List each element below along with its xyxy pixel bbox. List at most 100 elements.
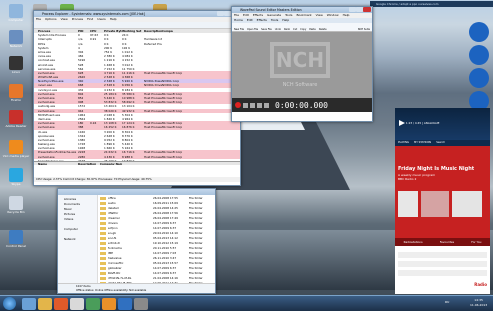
taskbar-chrome-icon[interactable] <box>70 298 84 310</box>
explorer-nav-item[interactable]: Videos <box>58 217 97 222</box>
wavepad-tab[interactable]: Edit <box>247 18 253 22</box>
start-button[interactable] <box>3 297 16 310</box>
wavepad-tab[interactable]: Effects <box>257 18 267 22</box>
wavepad-menu-item[interactable]: Edit <box>243 13 249 17</box>
wavepad-close-button[interactable] <box>363 7 371 12</box>
radio-widget[interactable]: 1:23 / 4:45 | ANALOGUE PLAYING MY STATION… <box>395 108 490 294</box>
wavepad-tab[interactable]: Home <box>234 18 243 22</box>
radio-thumb-2[interactable] <box>421 191 449 217</box>
taskbar-ie-icon[interactable] <box>22 298 36 310</box>
wavepad-tool-button[interactable]: Open File <box>247 28 258 31</box>
clock[interactable]: 14:35 11.06.2013 <box>470 298 487 307</box>
record-button[interactable] <box>235 102 241 108</box>
minimize-button[interactable] <box>217 11 224 16</box>
taskbar-utorrent-icon[interactable] <box>86 298 100 310</box>
explorer-window[interactable]: Libraries Documents Music Pictures Videos Com… <box>57 188 216 294</box>
menu-item[interactable]: File <box>36 17 41 21</box>
wavepad-tool-button[interactable]: Undo <box>275 28 281 31</box>
taskbar-procexp-icon[interactable] <box>134 298 148 310</box>
lower-column-header[interactable]: Description <box>78 162 100 165</box>
wavepad-menu-item[interactable]: Window <box>327 13 339 17</box>
menu-item[interactable]: Find <box>87 17 93 21</box>
desktop-icon[interactable]: Control Panel <box>2 230 30 248</box>
menu-item[interactable]: Help <box>110 17 117 21</box>
menu-item[interactable]: View <box>61 17 68 21</box>
radio-panel-tab[interactable]: Favourites <box>440 238 454 246</box>
wavepad-menu-item[interactable]: View <box>316 13 323 17</box>
wavepad-tab[interactable]: Help <box>282 18 289 22</box>
desktop-icon[interactable]: Network <box>2 30 30 48</box>
wavepad-tool-button[interactable]: New File <box>234 28 244 31</box>
wavepad-tab[interactable]: Tools <box>271 18 278 22</box>
file-row[interactable]: dm62 R6 UF-ZRb 12.06.2011 17:31 File folde… <box>98 281 215 283</box>
desktop-icon[interactable]: Adobe Reader <box>2 110 30 128</box>
taskbar-media-icon[interactable] <box>54 298 68 310</box>
wavepad-menu-item[interactable]: Bookmark <box>296 13 311 17</box>
stop-button[interactable] <box>243 102 248 108</box>
menu-item[interactable]: Process <box>72 17 83 21</box>
rewind-button[interactable] <box>264 102 269 108</box>
wavepad-menu-item[interactable]: Generate <box>267 13 281 17</box>
radio-list-item[interactable] <box>398 252 487 258</box>
desktop-icon[interactable]: Firefox <box>2 84 30 102</box>
process-explorer-window[interactable]: Process Explorer - Sysinternals: www.sys… <box>33 10 241 186</box>
desktop-icon[interactable]: Linux <box>2 56 30 74</box>
taskbar: RU 14:35 11.06.2013 <box>0 295 493 311</box>
play-icon[interactable] <box>399 120 405 126</box>
radio-panel-tab[interactable]: For You <box>471 238 481 246</box>
maximize-button[interactable] <box>224 11 231 16</box>
gadget-info-icon[interactable] <box>469 68 489 88</box>
radio-thumb-3[interactable] <box>452 191 482 217</box>
wavepad-tool-button[interactable]: Redo <box>284 28 290 31</box>
radio-thumb-1[interactable] <box>398 191 418 217</box>
radio-panel-tab[interactable]: Radiostations <box>404 238 423 246</box>
radio-tab[interactable]: Search <box>436 140 445 146</box>
wavepad-minimize-button[interactable] <box>349 7 356 12</box>
nch-suite-button[interactable]: NCH Suite <box>358 28 370 31</box>
wavepad-tool-button[interactable]: Copy <box>300 28 306 31</box>
taskbar-explorer-icon[interactable] <box>38 298 52 310</box>
wavepad-tool-button[interactable]: Save File <box>261 28 272 31</box>
process-explorer-titlebar[interactable]: Process Explorer - Sysinternals: www.sys… <box>34 11 240 17</box>
menu-item[interactable]: Users <box>97 17 105 21</box>
gadget-settings-icon[interactable] <box>469 22 489 42</box>
desktop: Google Chrome / adopt a ppo ourselves.co… <box>0 0 493 311</box>
pause-button[interactable] <box>257 102 262 108</box>
radio-tab[interactable]: PLAYING <box>398 140 409 146</box>
desktop-icon[interactable]: Skype <box>2 168 30 186</box>
explorer-nav-item[interactable]: Network <box>58 237 97 242</box>
folder-icon <box>100 226 106 231</box>
radio-list-item[interactable] <box>398 270 487 276</box>
wavepad-tool-button[interactable]: Cut <box>293 28 297 31</box>
language-indicator[interactable]: RU <box>445 300 449 304</box>
wavepad-menu-item[interactable]: File <box>234 13 239 17</box>
wavepad-menu-item[interactable]: Effects <box>253 13 263 17</box>
radio-tab[interactable]: MY STATIONS <box>414 140 431 146</box>
lower-column-header[interactable]: Name <box>34 162 78 165</box>
taskbar-vlc-icon[interactable] <box>102 298 116 310</box>
explorer-nav-item[interactable]: Computer <box>58 227 97 232</box>
wavepad-tool-button[interactable]: Delete <box>319 28 327 31</box>
explorer-details-pane: 1047 items Offline status: Online Offlin… <box>58 283 215 293</box>
wavepad-menu-item[interactable]: Tools <box>285 13 292 17</box>
play-button[interactable] <box>250 102 255 108</box>
wavepad-maximize-button[interactable] <box>356 7 363 12</box>
desktop-icon[interactable]: VLC media player <box>2 140 30 158</box>
lower-column-header[interactable]: Company Name <box>100 162 122 165</box>
wavepad-menu-item[interactable]: Help <box>343 13 350 17</box>
process-row[interactable]: SearchIndexer.exe 2448 26 100 K 17 840 K <box>34 158 240 162</box>
radio-feature[interactable]: Friday Night Is Music Night A weekly mus… <box>395 146 490 238</box>
browser-topbar[interactable]: Google Chrome / adopt a ppo ourselves.co… <box>370 1 493 7</box>
desktop-icon-label: Adobe Reader <box>5 124 27 128</box>
wavepad-tool-button[interactable]: Paste <box>309 28 315 31</box>
desktop-icon[interactable]: Recycle Bin <box>2 196 30 214</box>
radio-list-item[interactable] <box>398 261 487 267</box>
gadget-user-icon[interactable] <box>469 45 489 65</box>
folder-icon <box>100 271 106 276</box>
wavepad-title: WavePad Sound Editor Masters Edition <box>240 8 302 12</box>
wavepad-titlebar[interactable]: WavePad Sound Editor Masters Edition <box>232 7 372 13</box>
wavepad-canvas[interactable]: NCH NCH Software <box>232 32 372 98</box>
wavepad-window[interactable]: WavePad Sound Editor Masters Edition Fil… <box>231 6 373 122</box>
menu-item[interactable]: Options <box>45 17 57 21</box>
taskbar-wavepad-icon[interactable] <box>118 298 132 310</box>
